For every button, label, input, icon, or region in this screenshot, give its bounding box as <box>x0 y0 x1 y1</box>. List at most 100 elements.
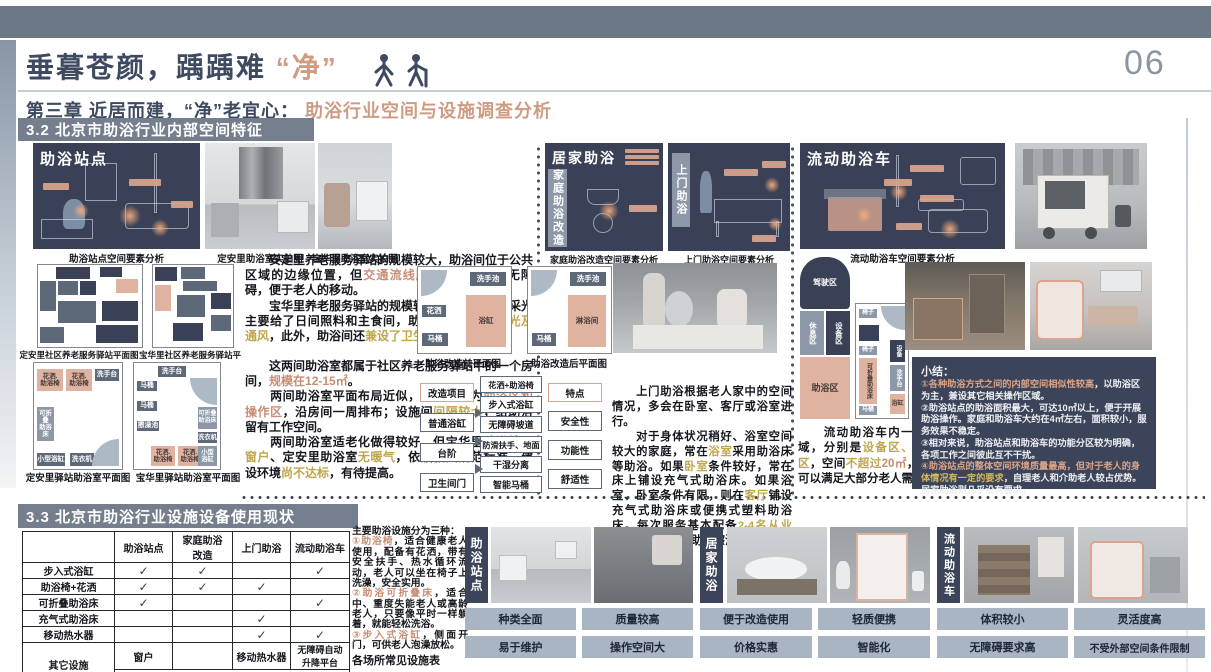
checkmark-icon: ✓ <box>233 611 291 627</box>
person-silhouette <box>700 171 712 213</box>
door-arc <box>531 270 557 296</box>
feature-tag: 操作空间大 <box>582 636 693 658</box>
facility-description: 主要助浴设施分为三种： ①助浴椅，适合健康老人使用，配备有花洒，带有安全扶手、热… <box>352 527 468 652</box>
highlight-dot <box>940 219 960 239</box>
feature-tag: 灵活度高 <box>1074 608 1205 630</box>
text-segment: ①助浴椅 <box>352 536 394 547</box>
label-chip <box>752 235 776 242</box>
plan-dinganli-station <box>37 264 143 348</box>
text-segment: 尚不达标 <box>281 466 329 480</box>
caption-plan-dinganli-bathroom: 定安里驿站助浴室平面图 <box>18 470 138 484</box>
chapter-subtitle-accent: 助浴行业空间与设施调查分析 <box>305 101 552 121</box>
table-header: 家庭助浴 改造 <box>173 532 233 563</box>
window-outline <box>960 157 996 185</box>
inflatable-basin-shape <box>745 557 807 581</box>
highlight-dot <box>119 205 141 227</box>
caption-station-analysis: 助浴站点空间要素分析 <box>33 251 200 265</box>
section-3-3-badge: 3.3 北京市助浴行业设施设备使用现状 <box>18 504 358 528</box>
label-chip <box>884 179 912 186</box>
table-cell <box>173 643 233 670</box>
arrow-right-icon <box>475 436 483 446</box>
text-segment: ，有待提高。 <box>329 466 401 480</box>
title-rule <box>18 90 1211 92</box>
table-cell: 移动热水器 <box>233 643 291 670</box>
label-chip <box>762 161 786 168</box>
checkmark-icon: ✓ <box>115 563 173 579</box>
table-header: 上门助浴 <box>233 532 291 563</box>
summary-box: 小结： ①各种助浴方式之间的内部空间相似性较高，以助浴区为主，兼设其它相关操作区… <box>912 357 1156 489</box>
toilet-shape <box>912 571 924 591</box>
caption-plan-dinganli-station: 定安里社区养老服务驿站平面图 <box>18 349 140 361</box>
photo-station-floor <box>594 527 693 603</box>
text-segment: 浴室 <box>708 446 732 458</box>
wheel-shape <box>1043 227 1055 239</box>
reno-item: 无障碍坡道 <box>480 416 542 433</box>
checkmark-icon: ✓ <box>115 579 173 595</box>
group-vehicle-tags: 体积较小灵活度高无障碍要求高不受外部空间条件限制 <box>937 608 1205 658</box>
highlight-dot <box>599 201 619 221</box>
highlight-dot <box>856 207 872 223</box>
reno-item: 安全性 <box>548 411 602 431</box>
fixture-shape <box>277 201 309 233</box>
label-chip <box>171 201 193 208</box>
group-home-tab: 居家助浴 <box>700 527 723 603</box>
cabinet-shape <box>913 298 963 340</box>
table-row-label: 移动热水器 <box>23 627 115 643</box>
photo-vehicle-ramp <box>964 527 1074 603</box>
table-row-label: 步入式浴缸 <box>23 563 115 579</box>
photo-vehicle-interior-cabinets <box>905 262 1025 350</box>
page-title-main: 垂暮苍颜，踽踽难 <box>26 52 266 83</box>
page-number: 06 <box>1124 44 1166 83</box>
text-segment: 不超过 <box>846 458 882 470</box>
photo-vehicle-interior-tub <box>1030 262 1152 350</box>
visit-paragraph: 上门助浴根据老人家中的空间情况，多会在卧室、客厅或浴室进行。 对于身体状况稍好、… <box>612 385 792 549</box>
cabinet-shape <box>828 197 882 231</box>
reno-item: 普通浴缸 <box>420 413 474 432</box>
shower-stall-shape <box>856 533 908 601</box>
text-segment: 无暖气 <box>358 450 396 464</box>
table-header <box>23 532 115 563</box>
table-cell: 窗户 <box>115 643 173 670</box>
label-chip <box>129 179 161 186</box>
label-chip <box>910 165 944 172</box>
table-row-label: 可折叠助浴床 <box>23 595 115 611</box>
washer-shape <box>356 181 388 221</box>
photo-bathing-vehicle <box>1015 143 1147 249</box>
mirror-outline <box>85 163 117 201</box>
checkmark-icon: ✓ <box>233 627 291 643</box>
group-home-tags: 便于改造使用轻质便携价格实惠智能化 <box>700 608 930 658</box>
home-reno-strip: 家庭助浴改造 <box>548 169 567 247</box>
feature-tag: 轻质便携 <box>818 608 930 630</box>
table-cell <box>173 627 233 643</box>
text-segment: ②助浴站点的助浴面积最大，可达10㎡以上，便于开展助浴操作。家庭和助浴车大约在4… <box>921 403 1147 437</box>
reno-mid-column: 花洒+助浴椅步入式浴缸无障碍坡道防滑扶手、地面干湿分离智能马桶 <box>480 376 542 493</box>
text-segment: ③相对来说，助浴站点和助浴车的功能分区较为明确，各项工作之间彼此互不干扰。 <box>921 438 1140 460</box>
highlight-dot <box>73 203 89 219</box>
reno-item: 步入式浴缸 <box>480 396 542 413</box>
highlight-dot <box>764 177 780 193</box>
photo-vehicle-tub <box>1078 527 1188 603</box>
table-row-label: 充气式助浴床 <box>23 611 115 627</box>
door-arc <box>190 378 217 405</box>
feature-tag: 质量较高 <box>582 608 693 630</box>
checkmark-icon: ✓ <box>173 563 233 579</box>
reno-item: 智能马桶 <box>480 476 542 493</box>
table-row-label: 助浴椅+花洒 <box>23 579 115 595</box>
plan-baohuali-station <box>152 264 234 348</box>
label-chip <box>920 195 954 202</box>
table-cell <box>291 611 350 627</box>
table-cell <box>173 595 233 611</box>
label-chip <box>625 155 659 159</box>
summary-title: 小结： <box>921 363 1147 379</box>
left-accent-bar <box>0 40 16 488</box>
fixture-shape <box>1150 557 1180 593</box>
checkmark-icon: ✓ <box>233 579 291 595</box>
home-reno-illustration-panel: 居家助浴 家庭助浴改造 <box>545 143 663 251</box>
table-row-label: 其它设施 <box>23 643 115 672</box>
text-segment: 规模在12-15㎡ <box>269 374 348 388</box>
feature-tag: 种类全面 <box>465 608 576 630</box>
visit-illustration-panel: 上门助浴 <box>668 143 790 251</box>
label-chip <box>724 169 758 176</box>
walk-in-tub-shape <box>1036 280 1084 340</box>
plan-reno-after: 洗手池 淋浴间 马桶 <box>527 266 612 354</box>
